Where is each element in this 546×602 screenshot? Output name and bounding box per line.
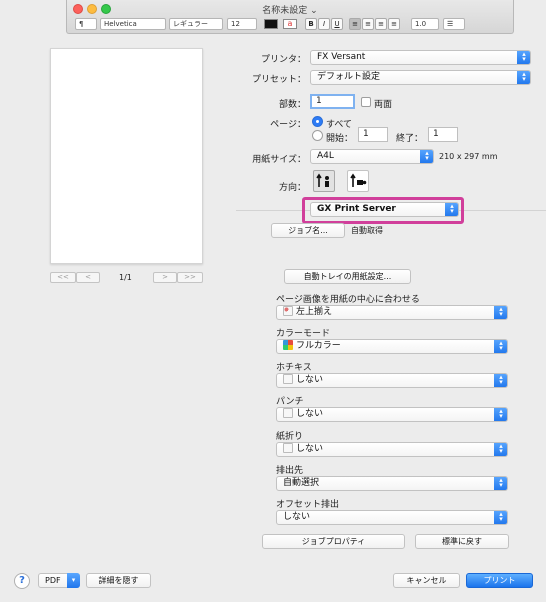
auto-tray-settings-button[interactable]: 自動トレイの用紙設定... <box>284 269 411 284</box>
staple-label: ホチキス <box>276 363 312 373</box>
output-destination-popup[interactable]: 自動選択 ▴ ▾ <box>276 476 508 491</box>
landscape-orientation-icon <box>350 173 367 187</box>
punch-popup[interactable]: しない ▴ ▾ <box>276 407 508 422</box>
blank-option-icon <box>283 374 293 384</box>
duplex-checkbox[interactable] <box>361 97 371 107</box>
align-center-icon[interactable]: ≡ <box>362 18 374 30</box>
blank-option-icon <box>283 443 293 453</box>
chevron-updown-icon: ▴ ▾ <box>494 408 507 421</box>
hide-details-button[interactable]: 詳細を隠す <box>86 573 151 588</box>
restore-defaults-button[interactable]: 標準に戻す <box>415 534 509 549</box>
presets-popup[interactable]: デフォルト設定 ▴ ▾ <box>310 70 531 85</box>
output-destination-label: 排出先 <box>276 466 304 476</box>
paper-size-popup[interactable]: A4L ▴ ▾ <box>310 149 434 164</box>
pages-from-field[interactable]: 1 <box>358 127 388 142</box>
chevron-updown-icon: ▴ ▾ <box>494 374 507 387</box>
color-palette-icon <box>283 340 293 350</box>
chevron-down-icon: ▾ <box>67 573 80 588</box>
pages-label: ページ： <box>270 120 306 130</box>
chevron-updown-icon: ▴ ▾ <box>494 511 507 524</box>
line-spacing-popup[interactable]: 1.0 <box>411 18 439 30</box>
job-properties-button[interactable]: ジョブプロパティ <box>262 534 405 549</box>
chevron-updown-icon: ▴ ▾ <box>494 340 507 353</box>
color-mode-popup[interactable]: フルカラー ▴ ▾ <box>276 339 508 354</box>
first-page-button[interactable]: << <box>50 272 76 283</box>
orientation-landscape-button[interactable] <box>347 170 369 192</box>
next-page-button[interactable]: > <box>153 272 177 283</box>
pages-all-label: すべて <box>326 120 353 130</box>
orientation-label: 方向： <box>278 183 306 193</box>
center-image-label: ページ画像を用紙の中心に合わせる <box>276 295 420 305</box>
chevron-updown-icon: ▴ ▾ <box>494 477 507 490</box>
chevron-updown-icon: ▴ ▾ <box>420 150 433 163</box>
fold-label: 紙折り <box>276 432 304 442</box>
italic-button[interactable]: I <box>318 18 330 30</box>
staple-popup[interactable]: しない ▴ ▾ <box>276 373 508 388</box>
pages-to-label: 終了： <box>396 134 424 144</box>
pages-range-radio[interactable] <box>312 130 323 141</box>
paper-size-label: 用紙サイズ： <box>252 155 306 165</box>
job-name-button[interactable]: ジョブ名... <box>271 223 345 238</box>
font-family-popup[interactable]: Helvetica <box>100 18 166 30</box>
align-left-icon[interactable]: ≡ <box>349 18 361 30</box>
pages-to-field[interactable]: 1 <box>428 127 458 142</box>
last-page-button[interactable]: >> <box>177 272 203 283</box>
pages-from-label: 開始： <box>326 134 354 144</box>
pages-all-radio[interactable] <box>312 116 323 127</box>
offset-output-popup[interactable]: しない ▴ ▾ <box>276 510 508 525</box>
background-document-window: 名称未設定 ⌄ ¶ Helvetica レギュラー 12 a B I U ≡ ≡… <box>66 0 514 34</box>
printer-popup[interactable]: FX Versant ▴ ▾ <box>310 50 531 65</box>
section-popup[interactable]: GX Print Server ▴ ▾ <box>310 202 459 217</box>
portrait-orientation-icon <box>316 173 329 187</box>
window-title: 名称未設定 ⌄ <box>262 6 318 16</box>
align-right-icon[interactable]: ≡ <box>375 18 387 30</box>
chevron-updown-icon: ▴ ▾ <box>494 306 507 319</box>
cancel-button[interactable]: キャンセル <box>393 573 460 588</box>
bold-button[interactable]: B <box>305 18 317 30</box>
chevron-updown-icon: ▴ ▾ <box>517 71 530 84</box>
presets-label: プリセット： <box>251 75 306 85</box>
highlight-color-swatch[interactable]: a <box>283 19 297 29</box>
font-style-popup[interactable]: レギュラー <box>169 18 223 30</box>
job-auto-label: 自動取得 <box>351 226 383 235</box>
punch-label: パンチ <box>276 397 304 407</box>
underline-button[interactable]: U <box>331 18 343 30</box>
font-size-popup[interactable]: 12 <box>227 18 257 30</box>
previous-page-button[interactable]: < <box>76 272 100 283</box>
list-bullets-popup[interactable]: ☰ <box>443 18 465 30</box>
chevron-updown-icon: ▴ ▾ <box>445 203 458 216</box>
copies-label: 部数： <box>278 100 306 110</box>
help-button[interactable]: ? <box>14 573 30 589</box>
orientation-portrait-button[interactable] <box>313 170 335 192</box>
pdf-menu-button[interactable]: PDF ▾ <box>38 573 80 588</box>
list-icon: ☰ <box>447 20 454 28</box>
align-justify-icon[interactable]: ≡ <box>388 18 400 30</box>
paragraph-style-popup[interactable]: ¶ <box>75 18 97 30</box>
blank-option-icon <box>283 408 293 418</box>
copies-field[interactable]: 1 <box>310 94 355 109</box>
center-image-popup[interactable]: 左上揃え ▴ ▾ <box>276 305 508 320</box>
chevron-down-icon: ⌄ <box>310 6 318 16</box>
chevron-updown-icon: ▴ ▾ <box>494 443 507 456</box>
fold-popup[interactable]: しない ▴ ▾ <box>276 442 508 457</box>
align-top-left-icon <box>283 306 293 316</box>
page-indicator: 1/1 <box>119 273 132 282</box>
color-mode-label: カラーモード <box>276 329 331 339</box>
offset-output-label: オフセット排出 <box>276 500 340 510</box>
duplex-label: 両面 <box>374 100 393 110</box>
paper-dimensions: 210 x 297 mm <box>439 152 498 161</box>
printer-label: プリンタ： <box>260 55 306 65</box>
text-color-swatch[interactable] <box>264 19 278 29</box>
print-button[interactable]: プリント <box>466 573 533 588</box>
print-preview-page <box>50 48 203 264</box>
chevron-updown-icon: ▴ ▾ <box>517 51 530 64</box>
